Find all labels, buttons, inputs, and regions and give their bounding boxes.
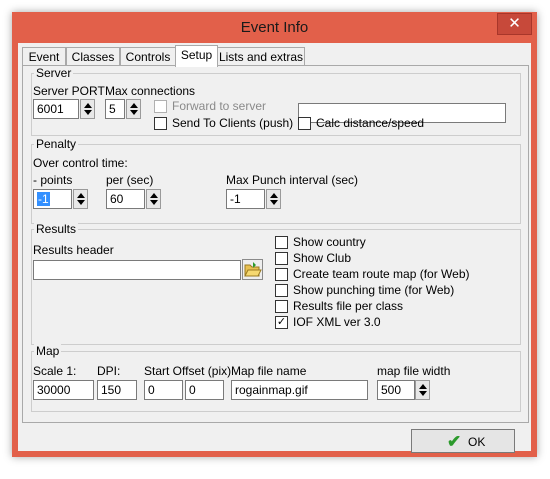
close-button[interactable]: ✕: [497, 13, 532, 35]
spin-up-icon: [150, 193, 158, 198]
penalty-group-label: Penalty: [34, 137, 79, 151]
map-file-name-input[interactable]: rogainmap.gif: [231, 380, 368, 400]
scale-label: Scale 1:: [33, 364, 77, 378]
spin-up-icon: [77, 193, 85, 198]
over-control-time-label: Over control time:: [33, 156, 128, 170]
spin-down-icon: [419, 391, 427, 396]
results-file-per-class-checkbox[interactable]: [275, 300, 288, 313]
browse-results-header-button[interactable]: [242, 259, 263, 280]
spin-down-icon: [130, 110, 138, 115]
max-connections-input[interactable]: 5: [105, 99, 125, 119]
offset-x-input[interactable]: 0: [144, 380, 183, 400]
tab-label: Controls: [125, 50, 171, 64]
ok-button-label: OK: [468, 435, 486, 449]
server-port-spinner[interactable]: [80, 99, 95, 119]
create-team-route-map-checkbox[interactable]: [275, 268, 288, 281]
tab-label: Classes: [71, 50, 115, 64]
max-connections-spinner[interactable]: [126, 99, 141, 119]
spin-up-icon: [130, 103, 138, 108]
server-group-label: Server: [34, 66, 74, 80]
map-dpi-input[interactable]: 150: [97, 380, 137, 400]
map-file-width-spinner[interactable]: [415, 380, 430, 400]
tab-event[interactable]: Event: [22, 47, 66, 67]
per-sec-label: per (sec): [106, 173, 154, 187]
map-file-width-input[interactable]: 500: [377, 380, 415, 400]
create-team-route-map-label: Create team route map (for Web): [293, 267, 470, 281]
folder-open-icon: [244, 262, 262, 277]
penalty-points-spinner[interactable]: [73, 189, 88, 209]
offset-y-input[interactable]: 0: [185, 380, 224, 400]
calc-distance-speed-checkbox[interactable]: [298, 117, 311, 130]
tab-classes[interactable]: Classes: [66, 47, 120, 67]
spin-up-icon: [270, 193, 278, 198]
results-header-input[interactable]: [33, 260, 241, 280]
map-scale-input[interactable]: 30000: [33, 380, 94, 400]
spin-up-icon: [419, 384, 427, 389]
dpi-label: DPI:: [97, 364, 121, 378]
send-to-clients-checkbox[interactable]: [154, 117, 167, 130]
send-to-clients-label: Send To Clients (push): [172, 116, 294, 130]
spin-down-icon: [150, 200, 158, 205]
points-label: - points: [33, 173, 73, 187]
setup-tab-panel: Server Server PORT 6001 Max connections …: [22, 65, 529, 423]
results-header-label: Results header: [33, 243, 114, 257]
close-icon: ✕: [508, 15, 521, 32]
forward-to-server-checkbox[interactable]: [154, 100, 167, 113]
iof-xml-v3-label: IOF XML ver 3.0: [293, 315, 381, 329]
spin-down-icon: [270, 200, 278, 205]
checkmark-icon: ✔: [447, 432, 462, 451]
map-file-name-label: Map file name: [231, 364, 307, 378]
map-group-label: Map: [34, 344, 62, 358]
penalty-per-sec-input[interactable]: 60: [106, 189, 145, 209]
spin-up-icon: [84, 103, 92, 108]
tab-setup[interactable]: Setup: [175, 45, 218, 67]
show-country-checkbox[interactable]: [275, 236, 288, 249]
max-punch-interval-input[interactable]: -1: [226, 189, 265, 209]
checkmark-icon: ✓: [276, 316, 287, 328]
max-connections-label: Max connections: [105, 84, 196, 98]
show-country-label: Show country: [293, 235, 366, 249]
show-punching-time-checkbox[interactable]: [275, 284, 288, 297]
spin-down-icon: [77, 200, 85, 205]
iof-xml-v3-checkbox[interactable]: ✓: [275, 316, 288, 329]
event-info-window: Event Info ✕ Event Classes Controls Setu…: [12, 12, 537, 457]
results-group-label: Results: [34, 222, 79, 236]
max-punch-interval-label: Max Punch interval (sec): [226, 173, 359, 187]
penalty-per-sec-spinner[interactable]: [146, 189, 161, 209]
spin-down-icon: [84, 110, 92, 115]
window-title: Event Info: [240, 19, 309, 36]
tab-label: Setup: [180, 48, 213, 62]
ok-button[interactable]: ✔ OK: [411, 429, 515, 453]
penalty-points-value: -1: [37, 192, 50, 206]
max-punch-interval-spinner[interactable]: [266, 189, 281, 209]
show-punching-time-label: Show punching time (for Web): [293, 283, 455, 297]
forward-to-server-label: Forward to server: [172, 99, 267, 113]
server-port-label: Server PORT: [33, 84, 105, 98]
tab-label: Lists and extras: [218, 50, 304, 64]
start-offset-label: Start Offset (pix): [144, 364, 232, 378]
tab-lists-and-extras[interactable]: Lists and extras: [217, 47, 305, 67]
results-file-per-class-label: Results file per class: [293, 299, 404, 313]
map-file-width-label: map file width: [377, 364, 451, 378]
tab-controls[interactable]: Controls: [120, 47, 176, 67]
server-port-input[interactable]: 6001: [33, 99, 79, 119]
show-club-checkbox[interactable]: [275, 252, 288, 265]
show-club-label: Show Club: [293, 251, 352, 265]
penalty-points-input[interactable]: -1: [33, 189, 72, 209]
dialog-client-area: Event Classes Controls Setup Lists and e…: [18, 43, 531, 453]
tab-label: Event: [28, 50, 60, 64]
calc-distance-speed-label: Calc distance/speed: [316, 116, 425, 130]
title-bar[interactable]: Event Info ✕: [12, 12, 537, 43]
